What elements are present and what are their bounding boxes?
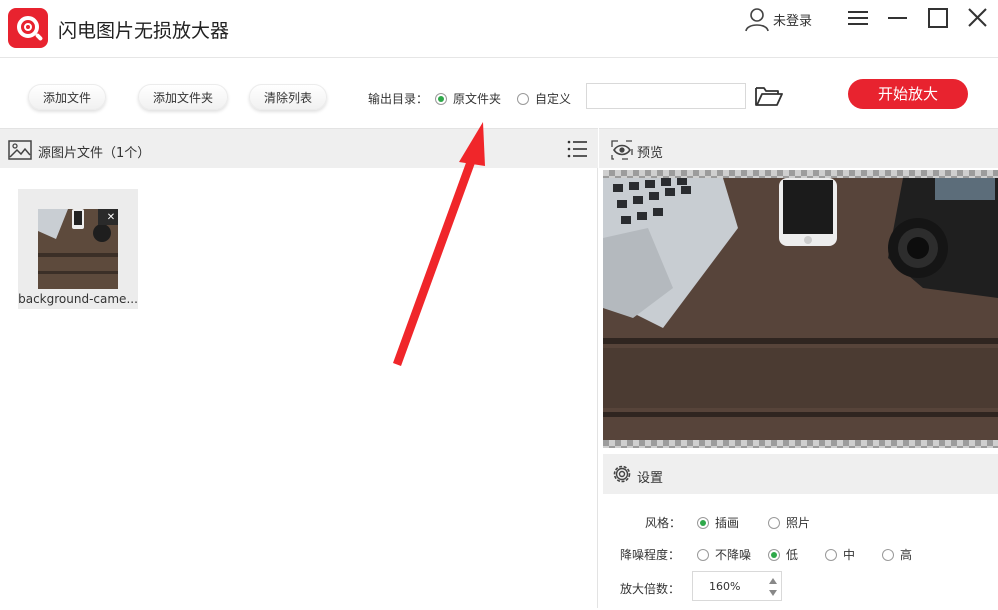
preview-title: 预览 <box>637 146 664 161</box>
denoise-high-radio[interactable]: 高 <box>882 546 912 563</box>
custom-path-input[interactable] <box>586 83 746 109</box>
folder-open-icon <box>755 87 783 106</box>
denoise-high-label: 高 <box>900 548 913 562</box>
denoise-low-label: 低 <box>786 548 799 562</box>
menu-button[interactable] <box>845 6 871 32</box>
source-files-title: 源图片文件（1个） <box>38 146 151 161</box>
start-upscale-button[interactable]: 开始放大 <box>848 79 968 109</box>
denoise-none-label: 不降噪 <box>715 548 752 562</box>
right-panel: 预览 设置 风格： 插画 照片 降噪程度： 不降噪 低 中 高 放大倍数： 16… <box>599 128 998 608</box>
file-name: background-came... <box>18 292 138 306</box>
hamburger-icon <box>848 11 868 25</box>
maximize-icon <box>928 8 948 28</box>
minimize-icon <box>888 17 907 19</box>
browse-folder-button[interactable] <box>754 84 784 108</box>
caret-down-icon[interactable] <box>767 587 779 599</box>
denoise-none-radio[interactable]: 不降噪 <box>697 546 751 563</box>
radio-selected-icon <box>435 92 447 105</box>
style-photo-label: 照片 <box>786 516 811 530</box>
radio-unselected-icon <box>825 548 837 561</box>
style-photo-radio[interactable]: 照片 <box>768 514 810 531</box>
source-files-header: 源图片文件（1个） <box>0 128 598 168</box>
image-icon <box>8 140 32 160</box>
output-dir-label: 输出目录： <box>368 92 429 106</box>
preview-image <box>603 178 998 440</box>
login-label: 未登录 <box>773 13 813 29</box>
output-custom-radio[interactable]: 自定义 <box>517 90 571 107</box>
output-custom-label: 自定义 <box>535 92 572 106</box>
login-button[interactable]: 未登录 <box>744 6 812 32</box>
scale-stepper[interactable]: 160% <box>692 571 782 601</box>
radio-selected-icon <box>768 548 780 561</box>
add-file-button[interactable]: 添加文件 <box>28 84 107 110</box>
user-icon <box>745 8 769 32</box>
caret-up-icon[interactable] <box>767 575 779 587</box>
toolbar: 添加文件 添加文件夹 清除列表 输出目录： 原文件夹 自定义 开始放大 <box>0 58 998 128</box>
file-thumbnail-item[interactable]: ✕ background-came... <box>18 189 138 309</box>
output-original-label: 原文件夹 <box>453 92 502 106</box>
eye-icon <box>611 140 633 160</box>
list-view-icon[interactable] <box>566 138 588 160</box>
minimize-button[interactable] <box>885 6 911 32</box>
maximize-button[interactable] <box>925 6 951 32</box>
app-window: 闪电图片无损放大器 未登录 添加文件 添加文件夹 清除列表 输出目录： 原文件夹… <box>0 0 998 610</box>
style-illustration-label: 插画 <box>715 516 740 530</box>
radio-selected-icon <box>697 516 709 529</box>
close-button[interactable] <box>965 6 991 32</box>
radio-unselected-icon <box>768 516 780 529</box>
close-icon <box>968 8 987 27</box>
settings-header: 设置 <box>603 454 998 494</box>
style-illustration-radio[interactable]: 插画 <box>697 514 739 531</box>
denoise-label: 降噪程度： <box>620 548 681 562</box>
preview-header: 预览 <box>599 128 998 168</box>
style-label: 风格： <box>645 516 682 530</box>
app-logo-icon <box>8 8 48 48</box>
denoise-low-radio[interactable]: 低 <box>768 546 798 563</box>
add-folder-button[interactable]: 添加文件夹 <box>138 84 229 110</box>
settings-title: 设置 <box>637 471 664 486</box>
source-files-panel: 源图片文件（1个） ✕ background-came... <box>0 128 598 608</box>
title-bar: 闪电图片无损放大器 未登录 <box>0 0 998 58</box>
scale-value: 160% <box>709 580 741 593</box>
radio-unselected-icon <box>517 92 529 105</box>
remove-file-icon[interactable]: ✕ <box>106 213 116 223</box>
preview-canvas <box>603 170 998 448</box>
app-title: 闪电图片无损放大器 <box>58 20 230 42</box>
denoise-medium-label: 中 <box>843 548 856 562</box>
clear-list-button[interactable]: 清除列表 <box>249 84 328 110</box>
output-original-radio[interactable]: 原文件夹 <box>435 90 501 107</box>
scale-label: 放大倍数： <box>620 582 681 596</box>
gear-icon <box>613 465 631 483</box>
radio-unselected-icon <box>882 548 894 561</box>
radio-unselected-icon <box>697 548 709 561</box>
denoise-medium-radio[interactable]: 中 <box>825 546 855 563</box>
